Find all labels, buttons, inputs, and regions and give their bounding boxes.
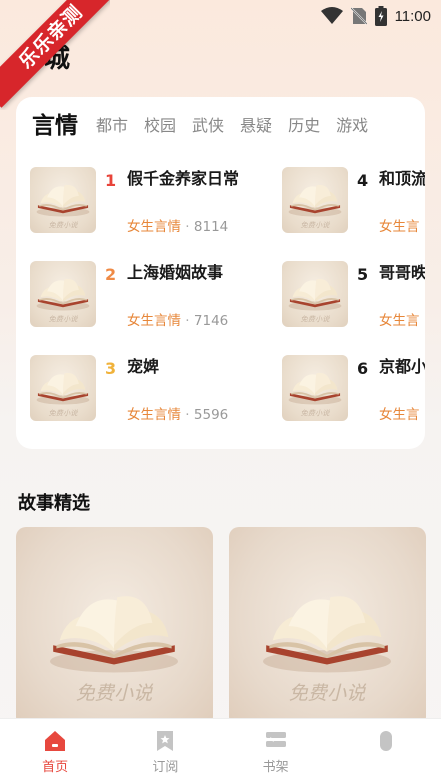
book-item[interactable]: 免费小说 1 假千金养家日常 女生言情 · 8114 [30,167,270,235]
open-book-illustration: 免费小说 [288,373,342,418]
ranking-card: 言情 都市 校园 武侠 悬疑 历史 游戏 免费小说 1 假千金养家日常 女生言情 · 811… [16,97,425,449]
book-cover: 免费小说 [282,355,348,421]
category-tab[interactable]: 都市 [96,113,128,139]
category-tab[interactable]: 校园 [144,113,176,139]
svg-text:免费小说: 免费小说 [289,682,368,705]
rank-number: 5 [357,265,369,284]
tab-bookshelf[interactable]: 书架 [221,719,331,784]
book-item[interactable]: 免费小说 6 京都小 女生言 [282,355,425,423]
book-category: 女生言 [379,407,420,423]
svg-text:免费小说: 免费小说 [48,409,78,418]
open-book-illustration: 免费小说 [288,279,342,324]
status-bar: 11:00 [0,0,441,32]
no-sim-icon [350,7,367,25]
book-cover: 免费小说 [282,167,348,233]
rank-number: 3 [105,359,117,378]
book-category: 女生言情 [127,313,181,329]
open-book-illustration: 免费小说 [288,185,342,230]
category-tabs: 言情 都市 校园 武侠 悬疑 历史 游戏 [32,113,384,139]
category-tab[interactable]: 武侠 [192,113,224,139]
book-item[interactable]: 免费小说 4 和顶流忆了 女生言 [282,167,425,235]
tab-label: 首页 [42,760,69,775]
book-item[interactable]: 免费小说 5 哥哥昳 女生言 [282,261,425,329]
tab-label: 书架 [262,760,289,775]
book-cover: 免费小说 [30,261,96,327]
book-meta: 女生言情 · 7146 [127,309,228,329]
profile-icon [374,729,398,753]
wifi-icon [320,7,343,24]
svg-text:免费小说: 免费小说 [300,221,330,230]
rank-number: 2 [105,265,117,284]
meta-separator: · [185,219,190,235]
book-cover: 免费小说 [30,167,96,233]
meta-separator: · [185,407,190,423]
read-count: 8114 [193,219,229,235]
category-tab[interactable]: 历史 [288,113,320,139]
read-count: 5596 [193,407,229,423]
svg-text:免费小说: 免费小说 [76,682,155,705]
rank-number: 4 [357,171,369,190]
book-cover: 免费小说 [282,261,348,327]
meta-separator: · [185,313,190,329]
bottom-tab-bar: 首页 订阅 书架 [0,718,441,784]
svg-text:免费小说: 免费小说 [48,315,78,324]
tab-label: 订阅 [152,760,179,775]
category-tab[interactable]: 悬疑 [240,113,272,139]
rank-number: 6 [357,359,369,378]
book-meta: 女生言 [379,215,420,235]
tab-profile[interactable] [331,719,441,784]
battery-icon [374,6,387,26]
status-time: 11:00 [394,7,431,25]
book-title: 假千金养家日常 [127,169,240,188]
book-title: 和顶流忆了 [379,169,425,188]
book-title: 上海婚姻故事 [127,263,224,282]
open-book-illustration: 免费小说 [36,373,90,418]
tab-bookmark[interactable]: 订阅 [110,719,220,784]
book-category: 女生言 [379,219,420,235]
book-category: 女生言情 [127,219,181,235]
svg-text:免费小说: 免费小说 [300,315,330,324]
story-card[interactable]: 免费小说 [16,527,213,727]
book-category: 女生言情 [127,407,181,423]
book-meta: 女生言情 · 5596 [127,403,228,423]
page-title: 书城 [18,44,71,74]
tab-home[interactable]: 首页 [0,719,110,784]
category-tab[interactable]: 游戏 [336,113,368,139]
book-meta: 女生言情 · 8114 [127,215,228,235]
book-title: 宠婢 [127,357,160,376]
rank-number: 1 [105,171,117,190]
book-category: 女生言 [379,313,420,329]
book-item[interactable]: 免费小说 3 宠婢 女生言情 · 5596 [30,355,270,423]
bookmark-icon [153,729,177,753]
open-book-illustration: 免费小说 [263,596,391,705]
svg-text:免费小说: 免费小说 [48,221,78,230]
book-cover: 免费小说 [30,355,96,421]
book-item[interactable]: 免费小说 2 上海婚姻故事 女生言情 · 7146 [30,261,270,329]
home-icon [43,729,67,753]
book-title: 京都小 [379,357,425,376]
book-meta: 女生言 [379,309,420,329]
open-book-illustration: 免费小说 [36,279,90,324]
category-tab[interactable]: 言情 [32,113,78,139]
book-meta: 女生言 [379,403,420,423]
read-count: 7146 [193,313,229,329]
open-book-illustration: 免费小说 [50,596,178,705]
story-card[interactable]: 免费小说 [229,527,426,727]
open-book-illustration: 免费小说 [36,185,90,230]
book-title: 哥哥昳 [379,263,425,282]
bookshelf-icon [264,729,288,753]
svg-text:免费小说: 免费小说 [300,409,330,418]
section-title: 故事精选 [18,493,90,514]
